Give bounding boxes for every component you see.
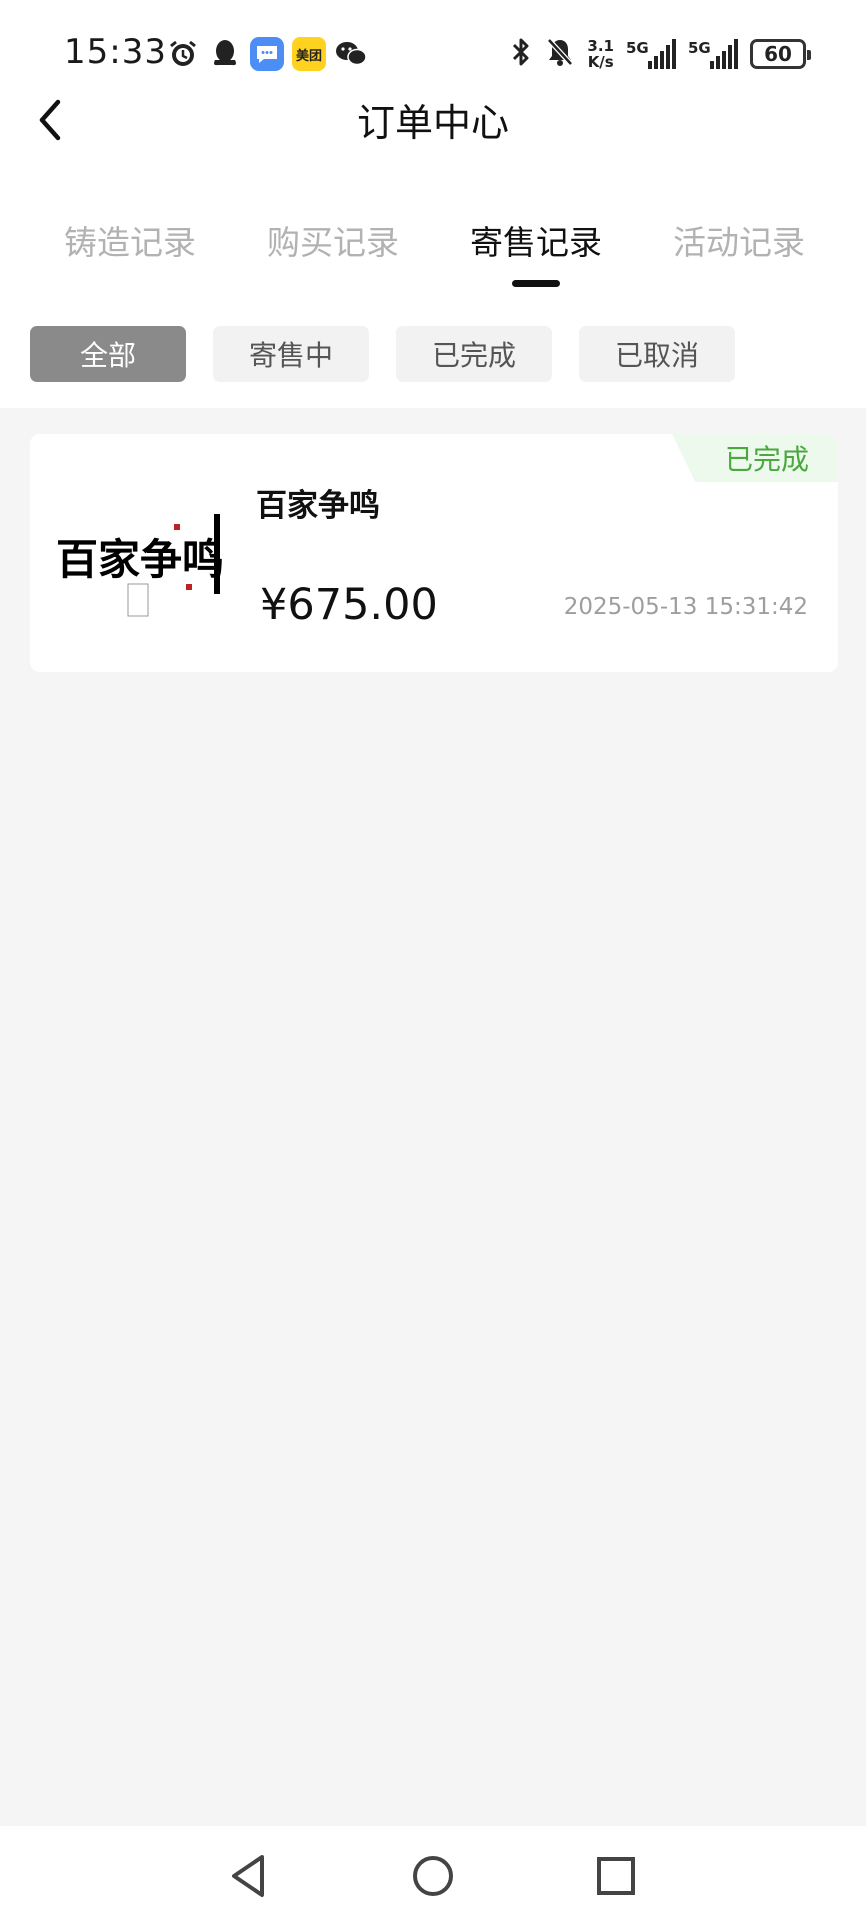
thumbnail-calligraphy: 百家争鸣 xyxy=(56,535,224,584)
net-speed-unit: K/s xyxy=(587,53,614,71)
status-filter: 全部 寄售中 已完成 已取消 xyxy=(0,326,866,382)
nav-home-button[interactable] xyxy=(403,1846,463,1906)
filter-on-sale[interactable]: 寄售中 xyxy=(213,326,369,382)
qq-icon xyxy=(208,37,242,71)
signal-label: 5G xyxy=(688,39,711,57)
wechat-icon xyxy=(334,37,368,71)
product-price: ¥675.00 xyxy=(260,580,438,630)
triangle-back-icon xyxy=(232,1855,264,1897)
battery-icon: 60 xyxy=(750,39,811,69)
status-badge: 已完成 xyxy=(672,434,838,482)
square-recents-icon xyxy=(597,1857,635,1895)
message-icon xyxy=(250,37,284,71)
nav-back-button[interactable] xyxy=(218,1846,278,1906)
filter-completed[interactable]: 已完成 xyxy=(396,326,552,382)
status-time: 15:33 xyxy=(64,32,167,72)
system-nav-bar xyxy=(0,1826,866,1920)
bluetooth-icon xyxy=(509,36,533,72)
order-datetime: 2025-05-13 15:31:42 xyxy=(563,594,808,620)
signal-label: 5G xyxy=(626,39,649,57)
record-tabs: 铸造记录 购买记录 寄售记录 活动记录 xyxy=(0,216,866,296)
meituan-icon: 美团 xyxy=(292,37,326,71)
filter-cancelled[interactable]: 已取消 xyxy=(579,326,735,382)
alarm-icon xyxy=(166,37,200,71)
page-title: 订单中心 xyxy=(356,101,509,145)
system-icons: 3.1 K/s 5G 5G 60 xyxy=(509,34,811,74)
product-thumbnail: 百家争鸣 xyxy=(54,484,230,624)
product-name: 百家争鸣 xyxy=(256,488,380,524)
circle-home-icon xyxy=(413,1856,453,1896)
tab-activity-records[interactable]: 活动记录 xyxy=(654,216,824,264)
net-speed-value: 3.1 xyxy=(587,37,614,55)
tab-purchase-records[interactable]: 购买记录 xyxy=(248,216,418,264)
tab-mint-records[interactable]: 铸造记录 xyxy=(45,216,215,264)
mute-icon xyxy=(545,36,575,72)
net-speed: 3.1 K/s xyxy=(587,38,614,70)
notification-icons: 美团 xyxy=(166,36,368,72)
signal-icon-1: 5G xyxy=(626,39,676,69)
signal-icon-2: 5G xyxy=(688,39,738,69)
nav-recents-button[interactable] xyxy=(586,1846,646,1906)
tab-indicator xyxy=(512,280,560,287)
order-card[interactable]: 已完成 百家争鸣 百家争鸣 ¥675.00 2025-05-13 15:31:4… xyxy=(30,434,838,672)
status-bar: 15:33 美团 3.1 K/s 5G 5G 60 xyxy=(0,28,866,80)
tab-consignment-records[interactable]: 寄售记录 xyxy=(451,216,621,264)
filter-all[interactable]: 全部 xyxy=(30,326,186,382)
